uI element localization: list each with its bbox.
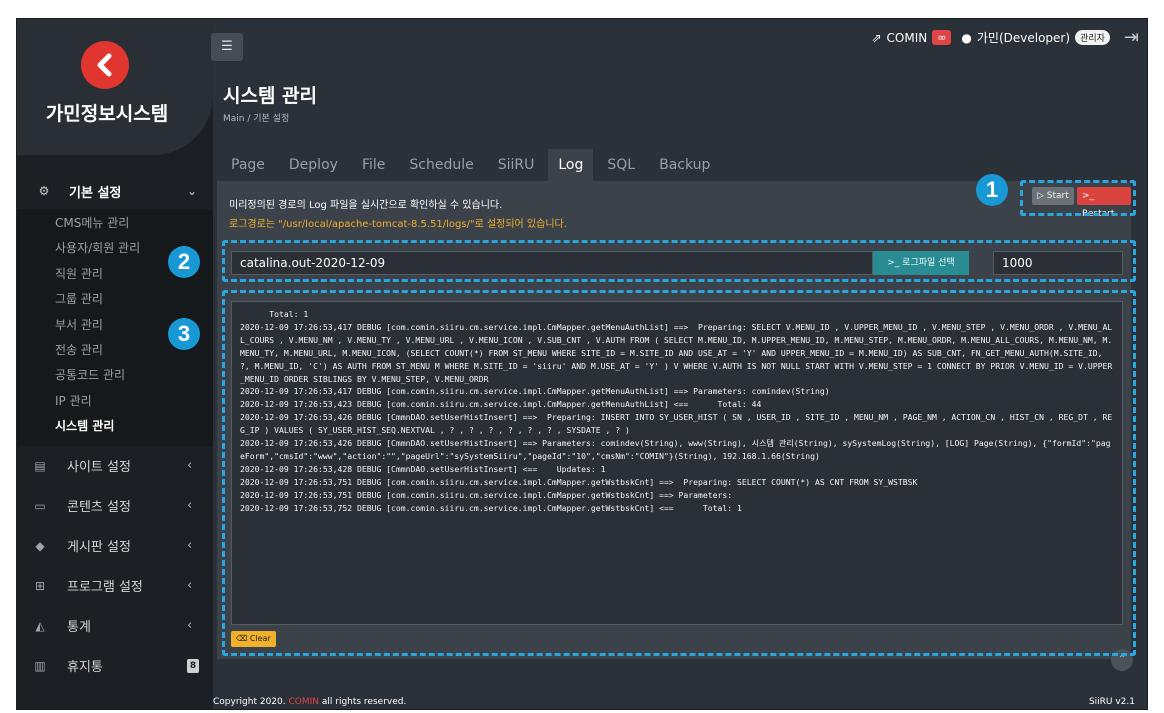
tab-backup[interactable]: Backup xyxy=(649,149,720,181)
tab-deploy[interactable]: Deploy xyxy=(279,149,348,181)
app-name: 가민정보시스템 xyxy=(45,103,169,125)
sidebar-item-groups[interactable]: 그룹 관리 xyxy=(17,287,213,312)
system-tabs: Page Deploy File Schedule SiiRU Log SQL … xyxy=(221,149,724,181)
copyright: Copyright 2020. COMIN all rights reserve… xyxy=(213,697,406,707)
sidebar-group-label: 프로그램 설정 xyxy=(67,580,143,596)
log-description: 미리정의된 경로의 Log 파일을 실시간으로 확인하실 수 있습니다. xyxy=(229,200,503,211)
list-icon: ☰ xyxy=(221,39,233,54)
external-link-icon: ⇗ xyxy=(871,30,882,45)
menu-toggle-button[interactable]: ☰ xyxy=(211,33,243,61)
sidebar-group-site-settings[interactable]: ▤ 사이트 설정 ‹ xyxy=(17,446,213,486)
chevron-left-icon: ‹ xyxy=(187,538,193,554)
tab-siiru[interactable]: SiiRU xyxy=(488,149,545,181)
role-badge: 관리자 xyxy=(1075,30,1110,45)
sidebar-group-program-settings[interactable]: ⊞ 프로그램 설정 ‹ xyxy=(17,566,213,606)
sidebar-group-label: 휴지통 xyxy=(67,660,103,676)
log-path-note: 로그경로는 "/usr/local/apache-tomcat-8.5.51/l… xyxy=(229,219,567,230)
content-icon: ▭ xyxy=(34,498,46,513)
annotation-marker-1: 1 xyxy=(976,174,1008,206)
user-menu[interactable]: ● 가민(Developer) 관리자 xyxy=(961,29,1110,46)
logo-chevron-icon[interactable] xyxy=(81,41,129,89)
logout-icon[interactable]: ⇥ xyxy=(1124,27,1139,48)
sidebar-item-common-codes[interactable]: 공통코드 관리 xyxy=(17,363,213,388)
annotation-box-3 xyxy=(222,290,1136,656)
gears-icon: ⚙ xyxy=(38,184,50,198)
version-label: SiiRU v2.1 xyxy=(1088,697,1135,707)
sidebar-item-system[interactable]: 시스템 관리 xyxy=(17,414,213,439)
sidebar-group-basic-settings[interactable]: ⚙ 기본 설정 ⌄ xyxy=(17,173,213,209)
tab-page[interactable]: Page xyxy=(221,149,275,181)
footer: Copyright 2020. COMIN all rights reserve… xyxy=(213,691,1147,709)
site-icon: ▤ xyxy=(34,458,46,473)
user-icon: ● xyxy=(961,30,972,45)
logo-area: 가민정보시스템 xyxy=(17,19,213,155)
user-name: 가민(Developer) xyxy=(976,31,1071,45)
tab-schedule[interactable]: Schedule xyxy=(399,149,483,181)
sidebar-group-label: 사이트 설정 xyxy=(67,460,131,476)
area-chart-icon: ◭ xyxy=(35,618,45,633)
breadcrumb: Main / 기본 설정 xyxy=(223,114,290,124)
trash-count-badge: 8 xyxy=(187,658,199,673)
site-link[interactable]: ⇗ COMIN ∞ xyxy=(871,30,952,45)
sidebar-group-trash[interactable]: ▥ 휴지통 8 xyxy=(17,646,213,686)
page-title: 시스템 관리 xyxy=(223,85,318,107)
annotation-marker-3: 3 xyxy=(168,318,200,350)
sidebar-group-label: 기본 설정 xyxy=(69,185,122,201)
sidebar-group-label: 게시판 설정 xyxy=(67,540,131,556)
sitemap-icon: ⊞ xyxy=(34,578,46,593)
copyright-brand: COMIN xyxy=(288,697,319,707)
annotation-box-1 xyxy=(1020,180,1136,216)
sidebar-group-statistics[interactable]: ◭ 통계 ‹ xyxy=(17,606,213,646)
link-icon[interactable]: ∞ xyxy=(932,30,952,45)
sidebar-group-label: 통계 xyxy=(67,620,91,636)
copyright-prefix: Copyright 2020. xyxy=(213,697,289,707)
chevron-down-icon: ⌄ xyxy=(187,184,198,198)
chevron-left-icon: ‹ xyxy=(187,498,193,514)
site-link-label: COMIN xyxy=(886,30,928,45)
annotation-box-2 xyxy=(222,240,1136,282)
chevron-left-icon: ‹ xyxy=(187,578,193,594)
trash-icon: ▥ xyxy=(34,658,46,673)
tab-sql[interactable]: SQL xyxy=(597,149,645,181)
annotation-marker-2: 2 xyxy=(168,246,200,278)
chevron-left-icon: ‹ xyxy=(187,458,193,474)
sidebar-item-cms-menu[interactable]: CMS메뉴 관리 xyxy=(17,211,213,236)
tab-file[interactable]: File xyxy=(352,149,395,181)
sidebar: 가민정보시스템 ⚙ 기본 설정 ⌄ CMS메뉴 관리 사용자/회원 관리 직원 … xyxy=(17,19,213,709)
sidebar-group-board-settings[interactable]: ◆ 게시판 설정 ‹ xyxy=(17,526,213,566)
chevron-left-icon: ‹ xyxy=(187,618,193,634)
topbar-right: ⇗ COMIN ∞ ● 가민(Developer) 관리자 ⇥ xyxy=(871,27,1139,48)
tab-log[interactable]: Log xyxy=(548,149,594,181)
sidebar-item-ip[interactable]: IP 관리 xyxy=(17,389,213,414)
sidebar-group-label: 콘텐츠 설정 xyxy=(67,500,131,516)
comments-icon: ◆ xyxy=(35,538,45,553)
sidebar-group-content-settings[interactable]: ▭ 콘텐츠 설정 ‹ xyxy=(17,486,213,526)
copyright-suffix: all rights reserved. xyxy=(319,697,407,707)
